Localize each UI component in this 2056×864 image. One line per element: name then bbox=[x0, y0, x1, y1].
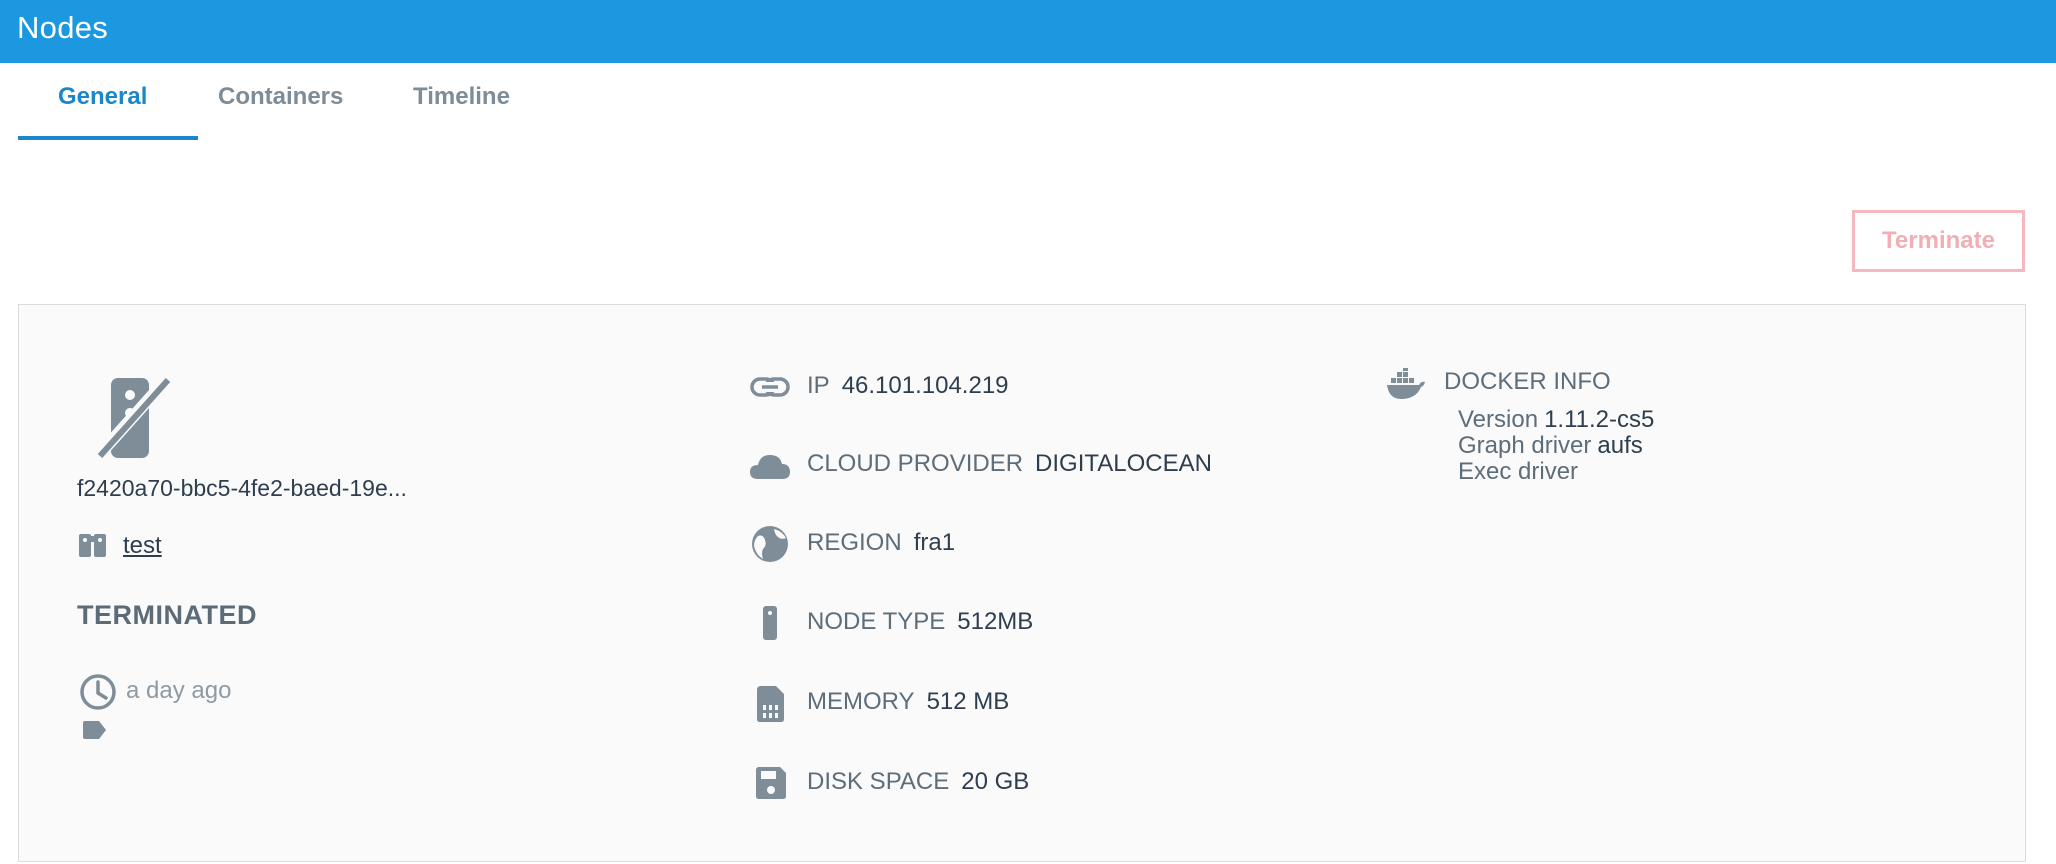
cloud-provider-value: DIGITALOCEAN bbox=[1035, 450, 1212, 477]
cloud-provider-label: CLOUD PROVIDER bbox=[807, 450, 1024, 477]
memory-icon bbox=[757, 686, 784, 722]
docker-graph-driver-row: Graph driver aufs bbox=[1458, 432, 1643, 460]
docker-info-heading: DOCKER INFO bbox=[1444, 368, 1611, 395]
node-name: f2420a70-bbc5-4fe2-baed-19e... bbox=[77, 475, 407, 501]
docker-graph-driver-value: aufs bbox=[1597, 432, 1643, 459]
region-label: REGION bbox=[807, 529, 902, 556]
ip-value: 46.101.104.219 bbox=[841, 372, 1009, 399]
disk-space-row: DISK SPACE 20 GB bbox=[748, 761, 1308, 809]
docker-info-section: DOCKER INFO Version 1.11.2-cs5 Graph driv… bbox=[1385, 364, 1885, 504]
region-row: REGION fra1 bbox=[748, 522, 1308, 570]
clock-icon bbox=[80, 674, 116, 710]
docker-exec-driver-row: Exec driver bbox=[1458, 458, 1584, 486]
tag-icon[interactable] bbox=[81, 720, 107, 740]
docker-version-value: 1.11.2-cs5 bbox=[1544, 406, 1655, 433]
node-terminated-icon bbox=[93, 376, 171, 460]
terminate-button[interactable]: Terminate bbox=[1852, 210, 2025, 272]
cloud-provider-row: CLOUD PROVIDER DIGITALOCEAN bbox=[748, 443, 1308, 491]
docker-version-label: Version bbox=[1458, 406, 1539, 433]
floppy-icon bbox=[756, 767, 786, 799]
disk-space-value: 20 GB bbox=[961, 768, 1030, 795]
cluster-link[interactable]: test bbox=[123, 532, 162, 560]
globe-icon bbox=[752, 526, 788, 562]
cloud-icon bbox=[750, 455, 790, 479]
docker-whale-icon bbox=[1387, 368, 1425, 399]
tab-containers[interactable]: Containers bbox=[218, 83, 343, 111]
docker-graph-driver-label: Graph driver bbox=[1458, 432, 1592, 459]
active-tab-indicator bbox=[18, 136, 198, 140]
memory-row: MEMORY 512 MB bbox=[748, 681, 1308, 729]
disk-space-label: DISK SPACE bbox=[807, 768, 950, 795]
docker-version-row: Version 1.11.2-cs5 bbox=[1458, 406, 1654, 434]
node-type-row: NODE TYPE 512MB bbox=[748, 601, 1308, 649]
cluster-icon bbox=[79, 534, 106, 557]
docker-exec-driver-label: Exec driver bbox=[1458, 458, 1579, 485]
node-type-label: NODE TYPE bbox=[807, 608, 946, 635]
tab-general[interactable]: General bbox=[58, 83, 147, 111]
status-label: TERMINATED bbox=[77, 600, 257, 630]
top-bar: Nodes bbox=[0, 0, 2056, 63]
ip-label: IP bbox=[807, 372, 830, 399]
node-type-value: 512MB bbox=[957, 608, 1034, 635]
region-value: fra1 bbox=[913, 529, 956, 556]
memory-value: 512 MB bbox=[926, 688, 1010, 715]
time-ago: a day ago bbox=[126, 677, 232, 704]
link-icon bbox=[750, 377, 790, 397]
page-title: Nodes bbox=[17, 10, 109, 45]
ip-row: IP 46.101.104.219 bbox=[748, 365, 1308, 413]
tab-bar: General Containers Timeline bbox=[18, 63, 718, 141]
memory-label: MEMORY bbox=[807, 688, 915, 715]
server-icon bbox=[763, 606, 777, 640]
tab-timeline[interactable]: Timeline bbox=[413, 83, 510, 111]
